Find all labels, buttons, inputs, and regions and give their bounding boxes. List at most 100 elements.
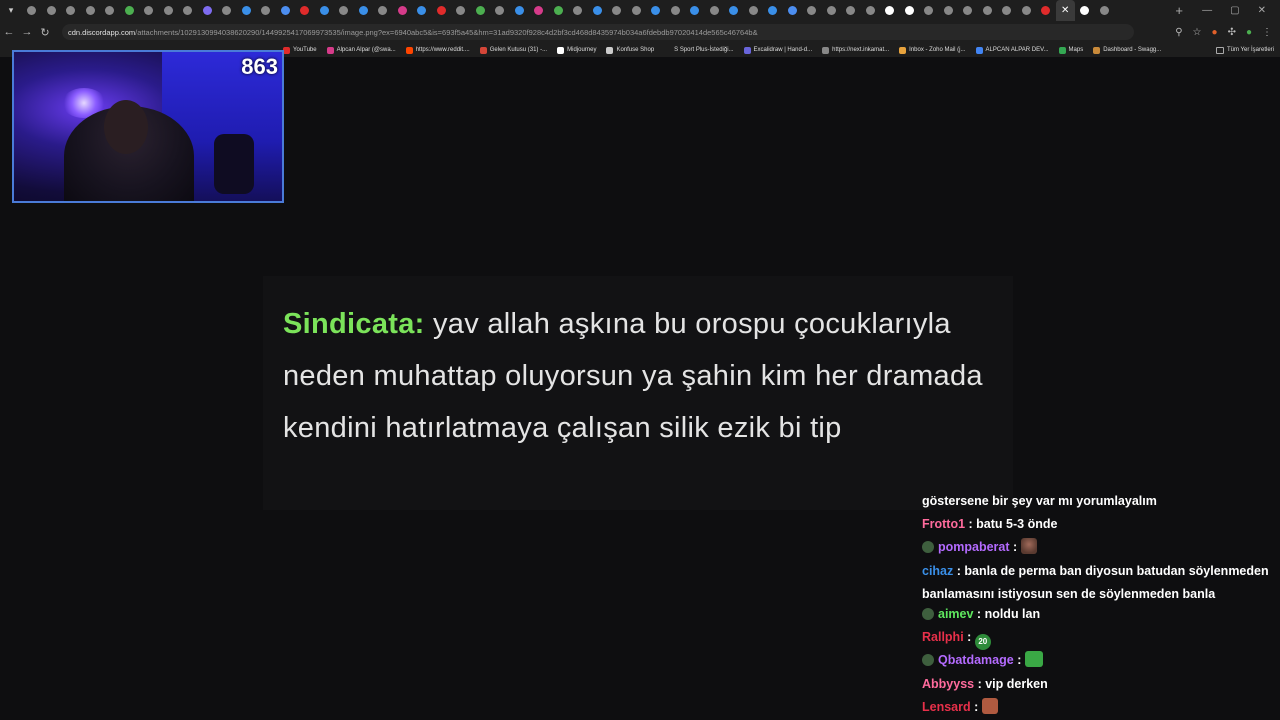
browser-tab[interactable] [724,0,744,21]
browser-tab[interactable] [81,0,101,21]
browser-tab[interactable] [276,0,296,21]
bookmark-favicon-icon [405,46,413,54]
browser-tab[interactable] [451,0,471,21]
maximize-icon[interactable]: ▢ [1230,5,1239,16]
all-bookmarks-button[interactable]: Tüm Yer İşaretleri [1211,46,1280,54]
zoom-icon[interactable]: ⚲ [1175,27,1182,38]
bookmark-item[interactable]: https://www.reddit.... [401,46,475,54]
browser-tab[interactable] [919,0,939,21]
chat-username[interactable]: cihaz [922,564,953,578]
chat-username[interactable]: Qbatdamage [938,653,1014,667]
browser-tab[interactable] [256,0,276,21]
browser-tab[interactable] [978,0,998,21]
browser-tab[interactable] [412,0,432,21]
browser-tab[interactable] [139,0,159,21]
browser-tab[interactable] [42,0,62,21]
browser-tab[interactable] [666,0,686,21]
extension-icon[interactable]: ● [1212,27,1218,38]
browser-tab[interactable] [861,0,881,21]
browser-tab[interactable] [159,0,179,21]
close-tab-icon[interactable]: ✕ [1061,5,1069,16]
browser-tab[interactable] [471,0,491,21]
bookmark-item[interactable]: https://next.inkamat... [817,46,894,54]
forward-icon[interactable]: → [18,26,36,38]
tab-favicon-icon [1021,6,1031,15]
bookmark-item[interactable]: Alpcan Alpar (@swa... [322,46,401,54]
tab-favicon-icon [729,6,739,15]
browser-tab[interactable] [783,0,803,21]
browser-tab[interactable] [1036,0,1056,21]
browser-tab[interactable] [1017,0,1037,21]
browser-tab[interactable] [1075,0,1095,21]
reload-icon[interactable]: ↻ [36,26,54,39]
menu-icon[interactable]: ⋮ [1262,27,1272,38]
browser-tab[interactable] [315,0,335,21]
browser-tab[interactable] [627,0,647,21]
browser-tab[interactable] [763,0,783,21]
browser-tab[interactable] [237,0,257,21]
chat-username[interactable]: aimev [938,607,973,621]
browser-tab[interactable] [61,0,81,21]
browser-tab[interactable] [295,0,315,21]
chat-username[interactable]: Lensard [922,700,971,714]
browser-tab[interactable] [705,0,725,21]
browser-tab[interactable] [607,0,627,21]
browser-tab[interactable] [822,0,842,21]
extensions-puzzle-icon[interactable]: ✣ [1228,27,1236,38]
chat-username[interactable]: Frotto1 [922,517,965,531]
chat-username[interactable]: pompaberat [938,540,1010,554]
bookmark-item[interactable]: Midjourney [552,46,601,54]
browser-tab[interactable] [939,0,959,21]
bookmark-item[interactable]: S Sport Plus-İstediği... [659,46,738,54]
browser-tab[interactable] [958,0,978,21]
bookmark-item[interactable]: ALPCAN ALPAR DEV... [971,46,1054,54]
address-bar[interactable]: cdn.discordapp.com/attachments/102913099… [62,24,1134,40]
browser-tab[interactable] [354,0,374,21]
back-icon[interactable]: ← [0,26,18,38]
browser-tab[interactable] [393,0,413,21]
browser-tab[interactable] [646,0,666,21]
bookmark-star-icon[interactable]: ☆ [1193,27,1202,38]
chat-username[interactable]: Abbyyss [922,677,974,691]
browser-tab[interactable] [568,0,588,21]
browser-tab[interactable]: ✕ [1055,0,1075,21]
chat-message: Rallphi : 20 [922,626,1272,650]
browser-tab[interactable] [120,0,140,21]
chat-separator: : [953,564,965,578]
bookmark-item[interactable]: Konfuse Shop [601,46,659,54]
browser-tab[interactable] [685,0,705,21]
bookmark-item[interactable]: Excalidraw | Hand-d... [739,46,818,54]
browser-tab[interactable] [880,0,900,21]
browser-tab[interactable] [510,0,530,21]
minimize-icon[interactable]: — [1202,5,1212,16]
new-tab-button[interactable]: + [1170,3,1188,18]
browser-tab[interactable] [802,0,822,21]
browser-tab[interactable] [900,0,920,21]
browser-tab[interactable] [841,0,861,21]
browser-tab[interactable] [373,0,393,21]
tab-favicon-icon [202,6,212,15]
bookmark-item[interactable]: Dashboard - Swagg... [1088,46,1166,54]
browser-tab[interactable] [588,0,608,21]
browser-tab[interactable] [198,0,218,21]
bookmark-item[interactable]: Maps [1054,46,1089,54]
browser-tab[interactable] [432,0,452,21]
browser-tab[interactable] [549,0,569,21]
close-window-icon[interactable]: ✕ [1258,5,1266,16]
browser-tab[interactable] [744,0,764,21]
profile-icon[interactable]: ● [1246,27,1252,38]
chat-username[interactable]: Rallphi [922,630,964,644]
browser-tab[interactable] [1095,0,1115,21]
browser-tab[interactable] [178,0,198,21]
browser-tab[interactable] [490,0,510,21]
bookmark-item[interactable]: YouTube [278,46,322,54]
browser-tab[interactable] [334,0,354,21]
tab-search-dropdown[interactable]: ▾ [0,0,22,21]
browser-tab[interactable] [100,0,120,21]
browser-tab[interactable] [997,0,1017,21]
browser-tab[interactable] [217,0,237,21]
browser-tab[interactable] [529,0,549,21]
bookmark-item[interactable]: Gelen Kutusu (31) -... [475,46,552,54]
browser-tab[interactable] [22,0,42,21]
bookmark-item[interactable]: Inbox - Zoho Mail (j... [894,46,970,54]
